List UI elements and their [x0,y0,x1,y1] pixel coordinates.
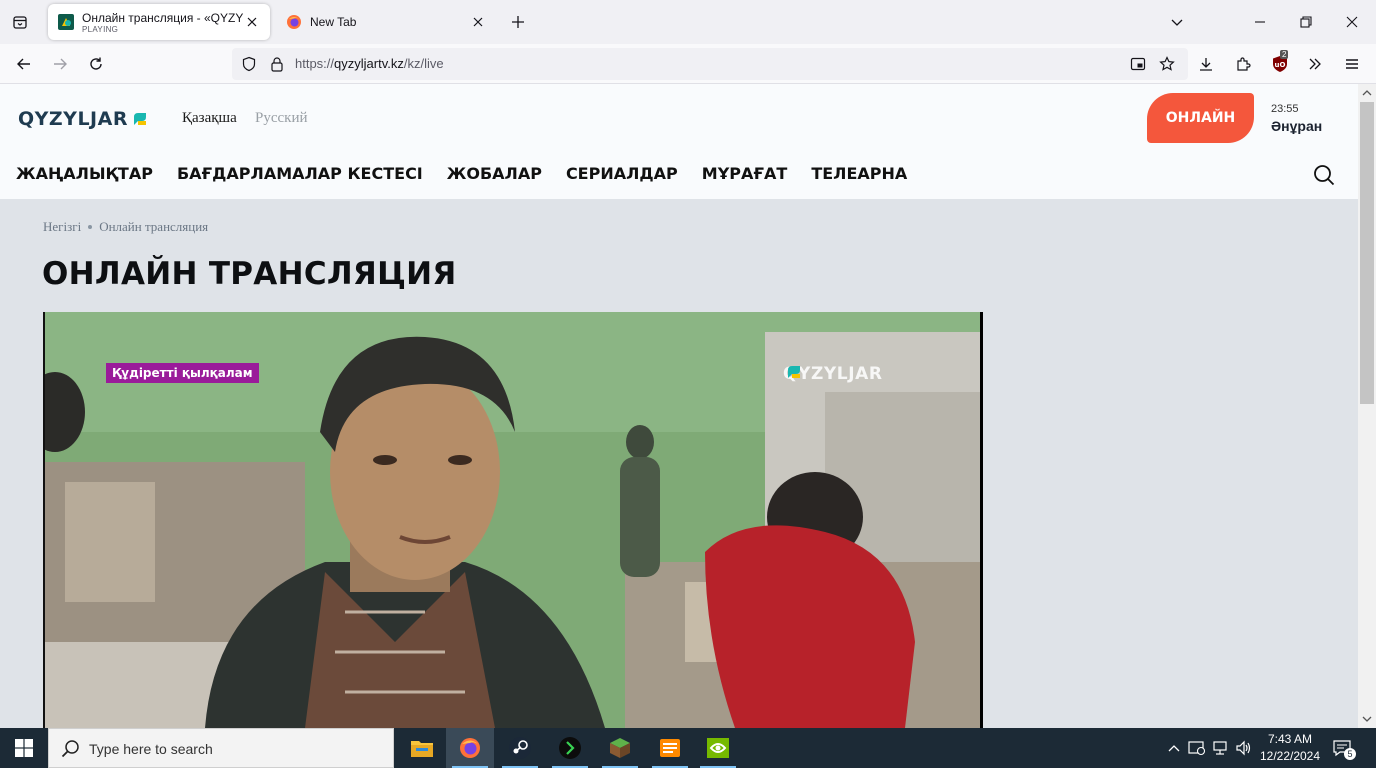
device-security-icon[interactable] [1187,738,1207,758]
navigation-toolbar: https://qyzyljartv.kz/kz/live uO 2 [0,44,1376,84]
menu-item-projects[interactable]: ЖОБАЛАР [447,164,542,183]
logo-mark-icon [133,113,146,125]
tab-title: New Tab [310,15,357,29]
menu-item-news[interactable]: ЖАҢАЛЫҚТАР [16,164,153,183]
taskbar-search-placeholder: Type here to search [89,741,213,757]
url-domain: qyzyljartv.kz [334,56,404,71]
terminal-app-icon[interactable] [546,728,594,768]
clock-date: 12/22/2024 [1259,749,1321,763]
breadcrumb-current: Онлайн трансляция [99,219,209,234]
firefox-taskbar-icon[interactable] [446,728,494,768]
file-explorer-icon[interactable] [398,728,446,768]
back-arrow-icon[interactable] [12,52,36,76]
tab-new-tab[interactable]: New Tab [276,4,496,40]
hamburger-menu-icon[interactable] [1340,52,1364,76]
minecraft-icon[interactable] [596,728,644,768]
tracking-shield-icon[interactable] [241,56,257,72]
reload-icon[interactable] [84,52,108,76]
address-bar[interactable]: https://qyzyljartv.kz/kz/live [232,48,1188,80]
taskbar-clock[interactable]: 7:43 AM 12/22/2024 [1258,731,1322,765]
page-title: ОНЛАЙН ТРАНСЛЯЦИЯ [42,256,457,292]
online-button[interactable]: ОНЛАЙН [1147,93,1254,143]
menu-item-channel[interactable]: ТЕЛЕАРНА [811,164,907,183]
site-header: QYZYLJAR Қазақша Русский ОНЛАЙН 23:55 Ән… [0,84,1358,199]
program-badge: Құдіретті қылқалам [106,363,259,383]
lock-icon[interactable] [269,56,285,72]
firefox-favicon-icon [287,15,301,29]
scroll-up-arrow-icon[interactable] [1361,87,1373,99]
clock-time: 7:43 AM [1267,732,1313,746]
channel-watermark: QYZYLJAR [783,364,883,384]
steam-icon[interactable] [496,728,544,768]
scroll-down-arrow-icon[interactable] [1361,713,1373,725]
close-tab-icon[interactable] [470,14,486,30]
page-scrollbar[interactable] [1358,84,1376,728]
scroll-thumb[interactable] [1360,102,1374,404]
url-text[interactable]: https://qyzyljartv.kz/kz/live [295,56,444,71]
taskbar-search-box[interactable]: Type here to search [48,728,394,768]
notification-center-icon[interactable]: 5 [1330,736,1356,760]
extensions-puzzle-icon[interactable] [1231,52,1255,76]
breadcrumb-home[interactable]: Негізгі [43,219,81,235]
tab-title: Онлайн трансляция - «QYZYLJAR» [82,10,244,25]
now-playing-time: 23:55 [1271,103,1299,115]
network-icon[interactable] [1211,738,1231,758]
show-hidden-icons-chevron-icon[interactable] [1164,738,1184,758]
close-window-icon[interactable] [1340,10,1364,34]
language-russian[interactable]: Русский [255,110,308,127]
forward-arrow-icon[interactable] [48,52,72,76]
notification-count-badge: 5 [1344,748,1356,760]
site-logo[interactable]: QYZYLJAR [18,108,148,130]
search-icon[interactable] [1313,164,1335,186]
ublock-shield-icon[interactable]: uO 2 [1268,50,1292,76]
list-all-tabs-icon[interactable] [8,10,32,34]
tab-playing-status: PLAYING [82,24,119,34]
live-video-player[interactable]: Құдіретті қылқалам QYZYLJAR [43,312,983,728]
overflow-chevrons-icon[interactable] [1303,52,1327,76]
menu-item-series[interactable]: СЕРИАЛДАР [566,164,678,183]
now-playing-title[interactable]: Әнұран [1271,118,1322,134]
main-menu: ЖАҢАЛЫҚТАР БАҒДАРЛАМАЛАР КЕСТЕСІ ЖОБАЛАР… [16,164,907,183]
language-kazakh[interactable]: Қазақша [182,110,237,127]
menu-item-schedule[interactable]: БАҒДАРЛАМАЛАР КЕСТЕСІ [177,164,423,183]
menu-item-archive[interactable]: МҰРАҒАТ [702,164,788,183]
search-icon [61,740,79,758]
svg-text:uO: uO [1275,61,1286,69]
url-path: /kz/live [403,56,444,71]
sublime-app-icon[interactable] [646,728,694,768]
volume-icon[interactable] [1234,738,1254,758]
windows-start-icon[interactable] [0,728,48,768]
close-tab-icon[interactable] [244,14,260,30]
bookmark-star-icon[interactable] [1159,56,1175,72]
logo-text: QYZYLJAR [18,108,128,130]
extension-badge-count: 2 [1280,50,1289,59]
windows-taskbar: Type here to search 7:43 AM 12/22/2024 5 [0,728,1376,768]
breadcrumb-separator [88,225,93,229]
breadcrumb: Негізгі Онлайн трансляция [43,219,208,235]
tab-strip: Онлайн трансляция - «QYZYLJAR» PLAYING N… [0,0,1376,44]
qyzyljar-favicon-icon [58,14,74,30]
nvidia-icon[interactable] [694,728,742,768]
minimize-icon[interactable] [1248,10,1272,34]
url-prefix: https:// [295,56,335,71]
restore-icon[interactable] [1294,10,1318,34]
watermark-logo-icon [788,366,800,378]
downloads-icon[interactable] [1194,52,1218,76]
tab-online-broadcast[interactable]: Онлайн трансляция - «QYZYLJAR» PLAYING [48,4,270,40]
new-tab-plus-icon[interactable] [508,12,528,32]
picture-in-picture-icon[interactable] [1130,56,1146,72]
chevron-down-icon[interactable] [1165,10,1189,34]
